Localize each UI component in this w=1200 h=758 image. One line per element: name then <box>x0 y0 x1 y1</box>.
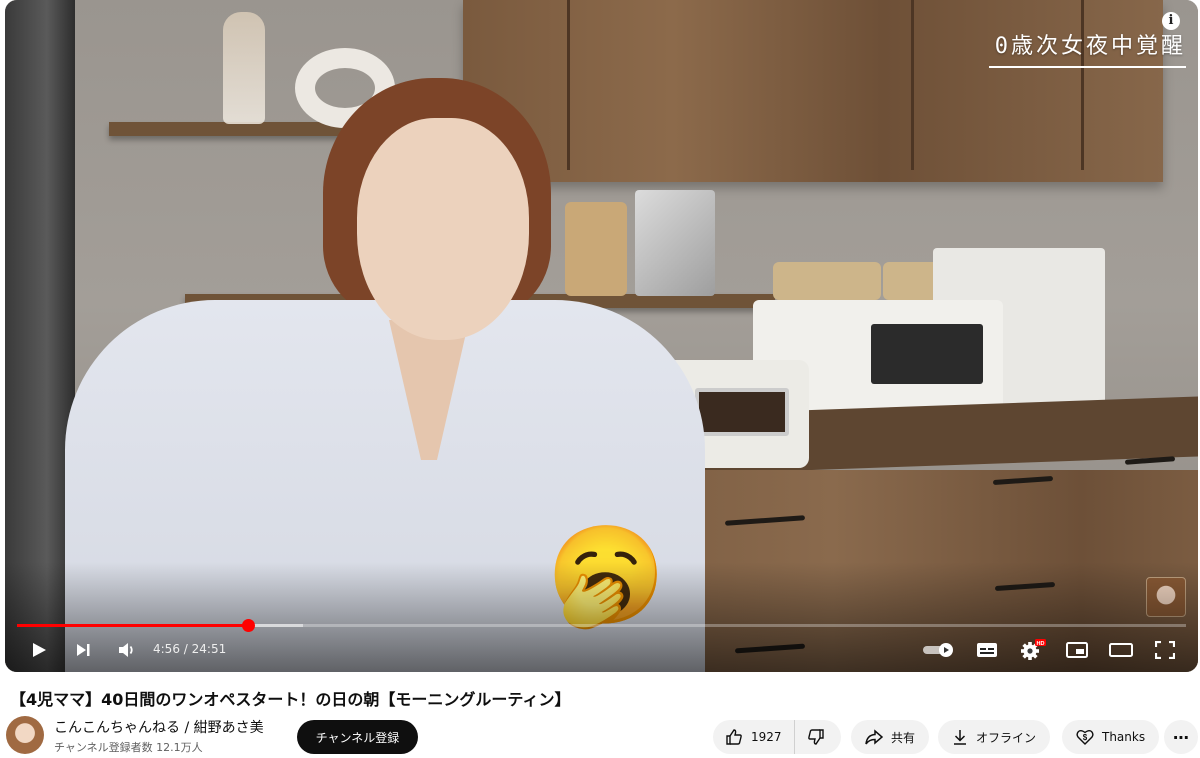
progress-played <box>17 624 249 627</box>
basket <box>773 262 881 300</box>
thanks-icon: $ <box>1076 728 1094 746</box>
cutting-board <box>565 202 627 296</box>
share-button[interactable]: 共有 <box>851 720 930 754</box>
offline-button[interactable]: オフライン <box>938 720 1051 754</box>
fullscreen-icon <box>1155 641 1175 659</box>
volume-button[interactable] <box>113 636 141 664</box>
next-button[interactable] <box>69 636 97 664</box>
time-display: 4:56 / 24:51 <box>153 642 226 656</box>
dislike-button[interactable] <box>795 720 837 754</box>
thumbs-up-icon <box>725 728 743 746</box>
time-separator: / <box>179 642 192 656</box>
play-icon <box>33 643 46 657</box>
miniplayer-button[interactable] <box>1063 636 1091 664</box>
hd-badge: HD <box>1037 641 1045 647</box>
oven-window <box>871 324 983 384</box>
silver-plaque <box>635 190 715 296</box>
share-label: 共有 <box>891 730 916 745</box>
thanks-label: Thanks <box>1102 730 1146 744</box>
more-actions-button[interactable]: ⋯ <box>1164 720 1198 754</box>
video-player[interactable]: 🥱 0歳次女夜中覚醒 i 4:56 / 24:51 HD <box>5 0 1198 672</box>
volume-icon <box>119 643 133 657</box>
fullscreen-button[interactable] <box>1151 636 1179 664</box>
offline-label: オフライン <box>976 730 1037 745</box>
duration: 24:51 <box>191 642 227 656</box>
toaster-window <box>695 388 789 436</box>
theater-icon <box>1109 643 1133 657</box>
autoplay-toggle-icon <box>923 643 953 657</box>
next-icon <box>77 644 90 656</box>
progress-bar[interactable] <box>17 619 1186 632</box>
theater-button[interactable] <box>1107 636 1135 664</box>
svg-text:$: $ <box>1083 733 1088 742</box>
settings-button[interactable]: HD <box>1017 636 1049 664</box>
download-icon <box>952 729 968 745</box>
subscribe-button[interactable]: チャンネル登録 <box>297 720 418 754</box>
play-button[interactable] <box>25 636 53 664</box>
thanks-button[interactable]: $ Thanks <box>1062 720 1160 754</box>
current-time: 4:56 <box>153 642 180 656</box>
channel-avatar[interactable] <box>6 716 44 754</box>
like-button[interactable]: 1927 <box>713 720 795 754</box>
video-title: 【4児ママ】40日間のワンオペスタート！の日の朝【モーニングルーティン】 <box>10 690 571 709</box>
like-count: 1927 <box>751 730 782 744</box>
person-face <box>357 118 529 340</box>
autoplay-toggle[interactable] <box>921 636 957 664</box>
settings-icon: HD <box>1021 639 1046 660</box>
overlay-caption: 0歳次女夜中覚醒 <box>988 28 1186 68</box>
channel-name[interactable]: こんこんちゃんねる / 紺野あさ美 <box>54 717 264 737</box>
subscriber-count: チャンネル登録者数 12.1万人 <box>54 741 203 754</box>
vase <box>223 12 265 124</box>
like-dislike-group: 1927 <box>713 720 841 754</box>
miniplayer-icon <box>1066 642 1088 658</box>
share-icon <box>865 729 883 745</box>
info-icon[interactable]: i <box>1162 12 1180 30</box>
subtitles-button[interactable] <box>973 636 1001 664</box>
thumbs-down-icon <box>807 728 825 746</box>
subtitles-icon <box>977 643 997 657</box>
